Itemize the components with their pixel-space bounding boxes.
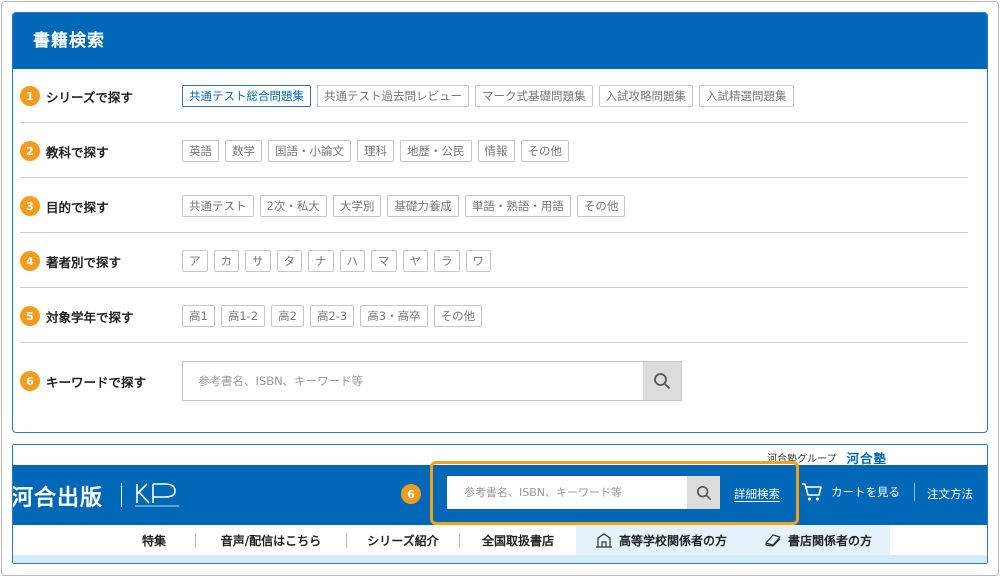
chip-author-kana[interactable]: マ (371, 250, 397, 272)
row-subject: 2 教科で探す 英語 数学 国語・小論文 理科 地歴・公民 情報 その他 (20, 124, 968, 178)
chip-subject[interactable]: その他 (520, 140, 569, 162)
nav-item-stores[interactable]: 全国取扱書店 (460, 525, 576, 555)
row-series: 1 シリーズで探す 共通テスト総合問題集 共通テスト過去問レビュー マーク式基礎… (20, 69, 968, 123)
row-label-subject: 教科で探す (46, 144, 109, 160)
school-building-icon (595, 533, 612, 548)
nav-item-feature[interactable]: 特集 (113, 525, 195, 555)
chip-series[interactable]: 共通テスト過去問レビュー (317, 85, 469, 107)
chip-author-kana[interactable]: ラ (434, 250, 460, 272)
nav-label-bookstore: 書店関係者の方 (787, 533, 872, 548)
keyword-search-input[interactable] (183, 362, 643, 400)
step-badge-3: 3 (20, 196, 40, 216)
chip-grade[interactable]: その他 (433, 305, 483, 327)
brand-logo[interactable]: 河合出版 (13, 480, 103, 512)
grade-chips: 高1 高1-2 高2 高2-3 高3・高卒 その他 (182, 289, 483, 343)
chip-series[interactable]: 入試攻略問題集 (598, 85, 693, 107)
header-search-input[interactable] (447, 476, 687, 509)
detail-search-link[interactable]: 詳細検索 (734, 486, 780, 502)
chip-subject[interactable]: 理科 (357, 140, 394, 162)
nav-item-series[interactable]: シリーズ紹介 (347, 525, 459, 555)
nav-underline (13, 555, 987, 563)
chip-subject[interactable]: 地歴・公民 (400, 140, 472, 162)
purpose-chips: 共通テスト 2次・私大 大学別 基礎力養成 単語・熟語・用語 その他 (182, 179, 626, 233)
cart-link[interactable]: カートを見る (801, 482, 900, 502)
nav-item-audio[interactable]: 音声/配信はこちら (196, 525, 346, 555)
chip-author-kana[interactable]: ハ (339, 250, 365, 272)
kp-logo-icon (135, 483, 179, 507)
row-label-purpose: 目的で探す (46, 199, 109, 215)
brand-divider (121, 483, 122, 507)
nav-item-bookstore[interactable]: 書店関係者の方 (746, 525, 890, 555)
chip-subject[interactable]: 情報 (477, 140, 515, 162)
step-badge-5: 5 (20, 306, 40, 326)
chip-grade[interactable]: 高3・高卒 (360, 305, 428, 327)
cart-icon (802, 483, 822, 501)
step-badge-6: 6 (20, 371, 40, 391)
group-text: 河合塾グループ (767, 454, 837, 465)
chip-purpose[interactable]: 2次・私大 (259, 195, 327, 217)
row-label-series: シリーズで探す (46, 89, 133, 105)
header-search-button[interactable] (687, 476, 720, 509)
nav-item-high-school[interactable]: 高等学校関係者の方 (576, 525, 746, 555)
chip-grade[interactable]: 高2 (271, 305, 304, 327)
order-method-link[interactable]: 注文方法 (927, 486, 973, 502)
chip-grade[interactable]: 高1-2 (220, 305, 266, 327)
step-badge-1: 1 (20, 86, 40, 106)
step-badge-4: 4 (20, 251, 40, 271)
chip-subject[interactable]: 数学 (225, 140, 262, 162)
step-badge-6-callout: 6 (401, 484, 421, 504)
chip-purpose[interactable]: 共通テスト (182, 195, 254, 217)
chip-grade[interactable]: 高2-3 (309, 305, 355, 327)
row-author: 4 著者別で探す ア カ サ タ ナ ハ マ ヤ ラ ワ (20, 234, 968, 288)
chip-series[interactable]: 共通テスト総合問題集 (182, 85, 311, 107)
chip-purpose[interactable]: 大学別 (332, 195, 382, 217)
global-nav: 特集 音声/配信はこちら シリーズ紹介 全国取扱書店 高等学校関係者の方 書店関… (13, 525, 987, 555)
book-icon (765, 534, 781, 547)
series-chips: 共通テスト総合問題集 共通テスト過去問レビュー マーク式基礎問題集 入試攻略問題… (182, 69, 794, 123)
chip-series[interactable]: マーク式基礎問題集 (475, 85, 593, 107)
search-icon (654, 373, 670, 389)
chip-series[interactable]: 入試精選問題集 (699, 85, 794, 107)
header-divider (914, 483, 915, 501)
chip-author-kana[interactable]: タ (276, 250, 302, 272)
chip-author-kana[interactable]: ナ (308, 250, 334, 272)
chip-subject[interactable]: 国語・小論文 (268, 140, 351, 162)
book-search-panel: 書籍検索 1 シリーズで探す 共通テスト総合問題集 共通テスト過去問レビュー マ… (12, 12, 988, 433)
chip-purpose[interactable]: 基礎力養成 (387, 195, 459, 217)
cart-label: カートを見る (831, 485, 900, 499)
row-label-grade: 対象学年で探す (46, 309, 134, 325)
chip-purpose[interactable]: 単語・熟語・用語 (464, 195, 571, 217)
row-purpose: 3 目的で探す 共通テスト 2次・私大 大学別 基礎力養成 単語・熟語・用語 そ… (20, 179, 968, 233)
row-label-keyword: キーワードで探す (46, 374, 147, 390)
nav-label-high-school: 高等学校関係者の方 (618, 533, 727, 548)
header-search-box (447, 476, 720, 509)
keyword-search-button[interactable] (643, 362, 681, 400)
panel-title: 書籍検索 (13, 13, 987, 69)
chip-author-kana[interactable]: ヤ (402, 250, 428, 272)
row-grade: 5 対象学年で探す 高1 高1-2 高2 高2-3 高3・高卒 その他 (20, 289, 968, 343)
author-chips: ア カ サ タ ナ ハ マ ヤ ラ ワ (182, 234, 491, 288)
chip-grade[interactable]: 高1 (182, 305, 215, 327)
chip-author-kana[interactable]: ワ (465, 250, 491, 272)
step-badge-2: 2 (20, 141, 40, 161)
site-header: 河合塾グループ 河合塾 河合出版 詳細検索 (12, 444, 988, 564)
search-icon (696, 485, 711, 500)
chip-subject[interactable]: 英語 (182, 140, 219, 162)
row-label-author: 著者別で探す (46, 254, 122, 270)
chip-author-kana[interactable]: サ (245, 250, 271, 272)
header-bar: 河合出版 詳細検索 カートを見る 注文 (13, 465, 987, 525)
chip-author-kana[interactable]: カ (213, 250, 239, 272)
subject-chips: 英語 数学 国語・小論文 理科 地歴・公民 情報 その他 (182, 124, 569, 178)
chip-author-kana[interactable]: ア (182, 250, 208, 272)
row-keyword: 6 キーワードで探す (20, 352, 968, 410)
keyword-search-box (182, 361, 682, 401)
chip-purpose[interactable]: その他 (576, 195, 626, 217)
